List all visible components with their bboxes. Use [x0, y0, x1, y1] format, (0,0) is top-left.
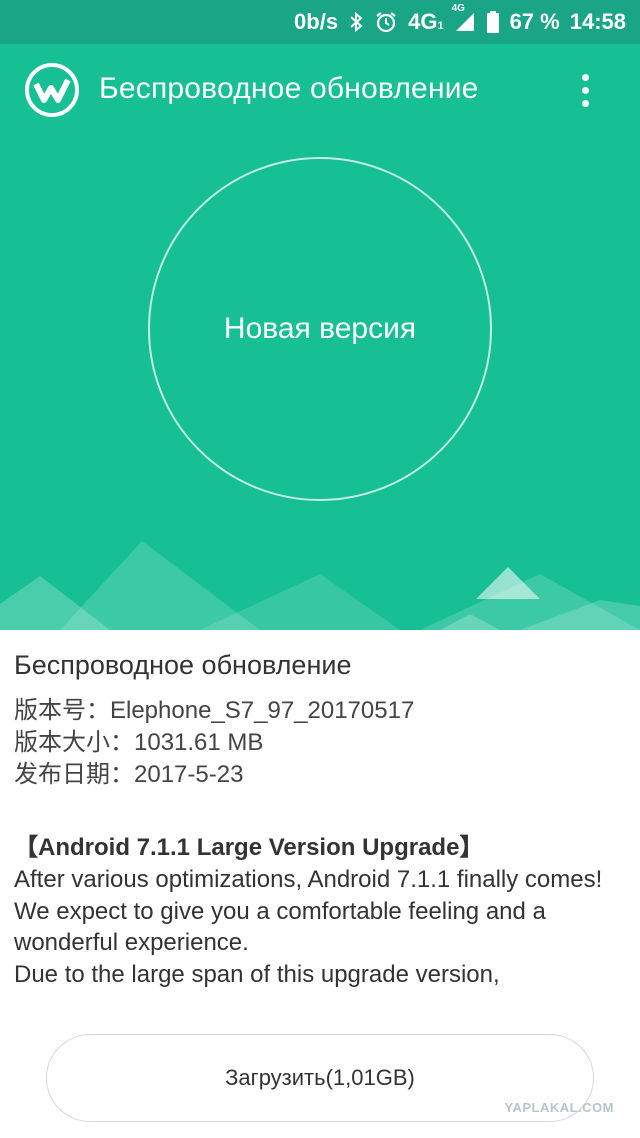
app-title: Беспроводное обновление — [99, 72, 479, 105]
battery-icon — [486, 10, 500, 34]
version-number: 版本号：Elephone_S7_97_20170517 — [14, 697, 415, 724]
update-details: Беспроводное обновление 版本号：Elephone_S7_… — [14, 650, 626, 791]
signal-icon: 4G — [452, 3, 476, 33]
watermark: YAPLAKAL.COM — [504, 1100, 614, 1115]
status-bar: 0b/s 4G 1 4G 67 % 14:58 — [0, 0, 640, 44]
release-notes-heading: 【Android 7.1.1 Large Version Upgrade】 — [14, 834, 484, 861]
release-notes-line: We expect to give you a comfortable feel… — [14, 897, 546, 957]
release-notes-line: Due to the large span of this upgrade ve… — [14, 960, 500, 988]
release-notes[interactable]: 【Android 7.1.1 Large Version Upgrade】 Af… — [14, 832, 620, 1018]
details-title: Беспроводное обновление — [14, 650, 352, 680]
download-button-label: Загрузить(1,01GB) — [225, 1065, 415, 1090]
mountains-decoration — [0, 541, 640, 630]
more-vert-icon[interactable] — [570, 68, 600, 112]
net-speed: 0b/s — [294, 9, 339, 34]
clock: 14:58 — [569, 9, 626, 34]
new-version-label: Новая версия — [223, 312, 417, 345]
network-type: 4G 1 — [408, 9, 444, 34]
hero-panel: Беспроводное обновление Новая версия — [0, 44, 640, 630]
battery-level: 67 % — [509, 9, 560, 34]
wireless-update-logo-icon — [24, 62, 80, 118]
bluetooth-icon — [348, 10, 364, 34]
release-date: 发布日期：2017-5-23 — [14, 761, 244, 788]
new-version-circle[interactable]: Новая версия — [148, 157, 492, 501]
version-size: 版本大小：1031.61 MB — [14, 729, 264, 756]
release-notes-line: After various optimizations, Android 7.1… — [14, 866, 603, 893]
network-type-small: 4G — [451, 3, 465, 14]
alarm-icon — [374, 10, 398, 34]
app-bar: Беспроводное обновление — [0, 44, 640, 136]
